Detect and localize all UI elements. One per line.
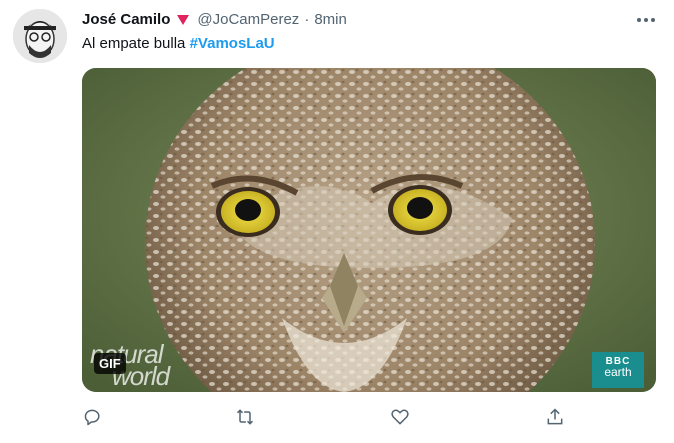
user-handle[interactable]: @JoCamPerez [197,11,299,28]
display-name[interactable]: José Camilo [82,11,170,28]
tweet-text: Al empate bulla #VamosLaU [82,34,275,54]
gif-media[interactable]: natural world GIF BBC earth [82,68,656,392]
share-icon[interactable] [542,404,568,430]
separator-dot: · [304,10,310,28]
reply-icon[interactable] [80,404,106,430]
timestamp[interactable]: 8min [314,11,347,28]
red-triangle-icon [176,13,190,25]
retweet-icon[interactable] [232,404,258,430]
like-icon[interactable] [387,404,413,430]
tweet-body: Al empate bulla [82,35,190,52]
bbc-earth-logo: BBC earth [592,352,644,388]
more-icon[interactable] [632,8,660,32]
earth-text: earth [604,365,632,379]
hashtag-link[interactable]: #VamosLaU [190,35,275,52]
action-bar [80,404,580,430]
avatar[interactable] [13,9,67,63]
tweet-header: José Camilo @JoCamPerez · 8min [82,9,347,29]
tweet[interactable]: José Camilo @JoCamPerez · 8min Al empate… [0,0,674,443]
gif-badge: GIF [94,353,126,374]
